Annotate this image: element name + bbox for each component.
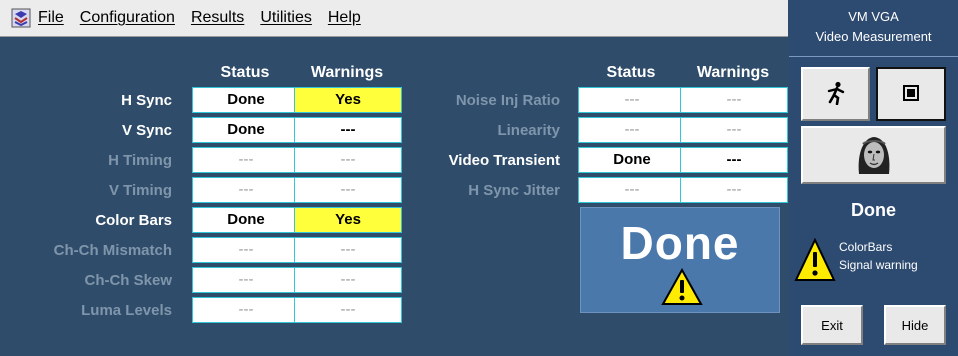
image-display-button[interactable]: [801, 126, 946, 184]
side-message-line1: ColorBars: [839, 240, 893, 254]
stop-button[interactable]: [876, 67, 946, 121]
noise-inj-ratio-status: ---: [578, 87, 686, 113]
color-bars-warnings: Yes: [294, 207, 402, 233]
right-warnings-header: Warnings: [696, 64, 770, 81]
linearity-warnings: ---: [680, 117, 788, 143]
linearity-status: ---: [578, 117, 686, 143]
row-label-h-sync-jitter: H Sync Jitter: [468, 182, 560, 199]
warning-triangle-icon: [661, 267, 703, 311]
h-sync-jitter-status: ---: [578, 177, 686, 203]
left-warnings-header: Warnings: [310, 64, 384, 81]
h-sync-jitter-warnings: ---: [680, 177, 788, 203]
menu-configuration[interactable]: Configuration: [80, 9, 175, 27]
running-man-icon: [825, 81, 847, 108]
ch-ch-skew-status: ---: [192, 267, 300, 293]
summary-status-panel: Done: [580, 207, 780, 313]
right-status-header: Status: [606, 64, 656, 81]
noise-inj-ratio-warnings: ---: [680, 87, 788, 113]
row-label-linearity: Linearity: [497, 122, 560, 139]
hide-button[interactable]: Hide: [884, 305, 946, 345]
row-label-color-bars: Color Bars: [95, 212, 172, 229]
row-label-ch-ch-mismatch: Ch-Ch Mismatch: [53, 242, 172, 259]
luma-levels-warnings: ---: [294, 297, 402, 323]
exit-button[interactable]: Exit: [801, 305, 863, 345]
side-title-line2: Video Measurement: [815, 29, 932, 44]
menu-results[interactable]: Results: [191, 9, 244, 27]
ch-ch-skew-warnings: ---: [294, 267, 402, 293]
ch-ch-mismatch-warnings: ---: [294, 237, 402, 263]
side-status-text: Done: [851, 200, 896, 220]
video-transient-status: Done: [578, 147, 686, 173]
side-message-line2: Signal warning: [839, 258, 918, 272]
run-button[interactable]: [801, 67, 870, 121]
ch-ch-mismatch-status: ---: [192, 237, 300, 263]
menu-utilities[interactable]: Utilities: [260, 9, 312, 27]
menu-bar: File Configuration Results Utilities Hel…: [0, 0, 788, 37]
color-bars-status: Done: [192, 207, 300, 233]
row-label-luma-levels: Luma Levels: [81, 302, 172, 319]
left-status-header: Status: [220, 64, 270, 81]
row-label-video-transient: Video Transient: [448, 152, 560, 169]
stop-square-icon: [903, 84, 919, 104]
menu-file[interactable]: File: [38, 9, 64, 27]
side-title: VM VGA Video Measurement: [789, 0, 958, 57]
warning-triangle-icon: [794, 237, 836, 287]
row-label-ch-ch-skew: Ch-Ch Skew: [84, 272, 172, 289]
luma-levels-status: ---: [192, 297, 300, 323]
side-panel: VM VGA Video Measurement Done ColorBars …: [789, 0, 958, 356]
side-title-line1: VM VGA: [848, 9, 899, 24]
face-image-icon: [852, 133, 895, 177]
summary-status-text: Done: [620, 217, 740, 269]
video-transient-warnings: ---: [680, 147, 788, 173]
menu-help[interactable]: Help: [328, 9, 361, 27]
row-label-noise-inj-ratio: Noise Inj Ratio: [455, 92, 560, 109]
app-logo-icon[interactable]: [10, 7, 32, 29]
